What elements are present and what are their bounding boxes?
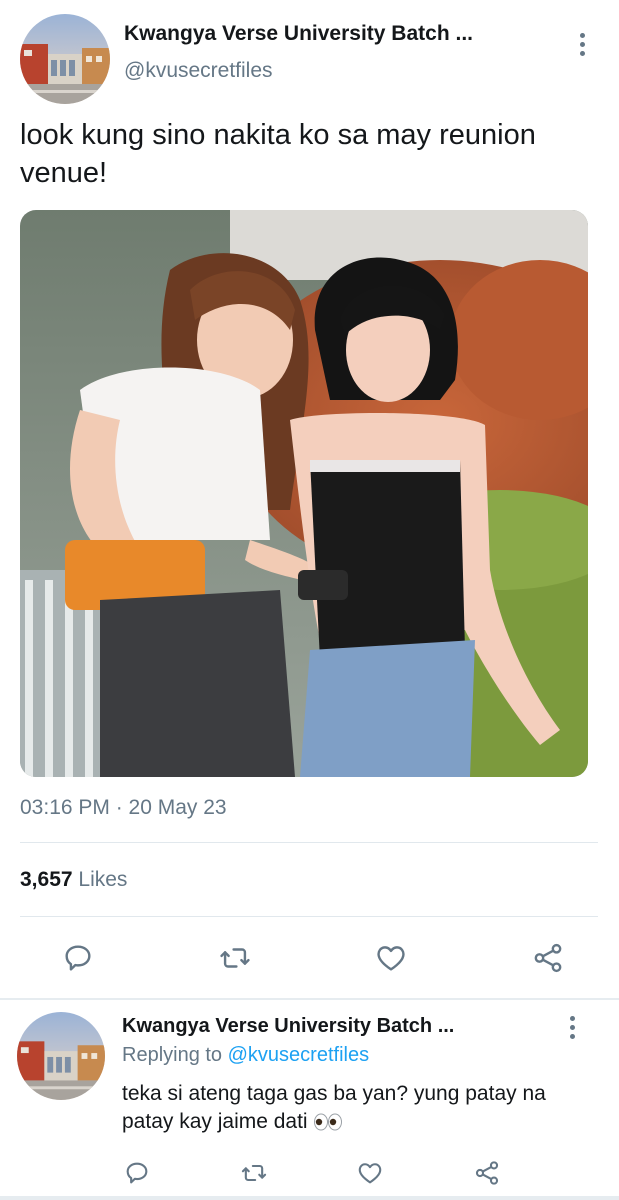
replying-to-line: Replying to @kvusecretfiles [122,1044,369,1067]
avatar-image [17,1012,105,1100]
author-avatar[interactable] [20,14,110,104]
author-handle[interactable]: @kvusecretfiles [124,59,273,83]
retweet-button[interactable] [215,938,255,978]
reply-text: teka si ateng taga gas ba yan? yung pata… [122,1080,602,1136]
share-icon [534,943,562,973]
reply-button[interactable] [58,938,98,978]
retweet-button[interactable] [234,1153,274,1193]
reply-button[interactable] [117,1153,157,1193]
replying-label: Replying to [122,1044,223,1066]
reply-actions [117,1153,507,1193]
like-icon [377,946,405,971]
likes-number: 3,657 [20,868,73,891]
reply-icon [65,945,91,971]
like-icon [359,1163,382,1184]
likes-label: Likes [78,868,128,891]
section-separator [0,1196,619,1200]
eyes-emoji [314,1113,343,1131]
tweet-text: look kung sino nakita ko sa may reunion … [20,119,536,189]
replying-to-mention[interactable]: @kvusecretfiles [228,1044,369,1066]
divider [20,916,598,917]
likes-count[interactable]: 3,657 Likes [20,868,127,892]
avatar-image [20,14,110,104]
like-button[interactable] [371,938,411,978]
retweet-icon [219,948,250,968]
tweet-timestamp: 03:16 PM · 20 May 23 [20,796,227,819]
reply-icon [126,1162,148,1184]
more-vertical-icon[interactable] [568,1016,576,1039]
reply-author-avatar[interactable] [17,1012,105,1100]
photo-image [20,210,588,777]
tweet-photo[interactable] [20,210,588,777]
tweet-actions [58,938,568,978]
share-icon [475,1161,499,1185]
author-name[interactable]: Kwangya Verse University Batch ... [124,22,473,46]
divider [20,842,598,843]
share-button[interactable] [528,938,568,978]
like-button[interactable] [350,1153,390,1193]
section-separator [0,998,619,1000]
reply-author-name[interactable]: Kwangya Verse University Batch ... [122,1015,454,1038]
share-button[interactable] [467,1153,507,1193]
more-vertical-icon[interactable] [578,33,586,56]
retweet-icon [241,1164,266,1182]
